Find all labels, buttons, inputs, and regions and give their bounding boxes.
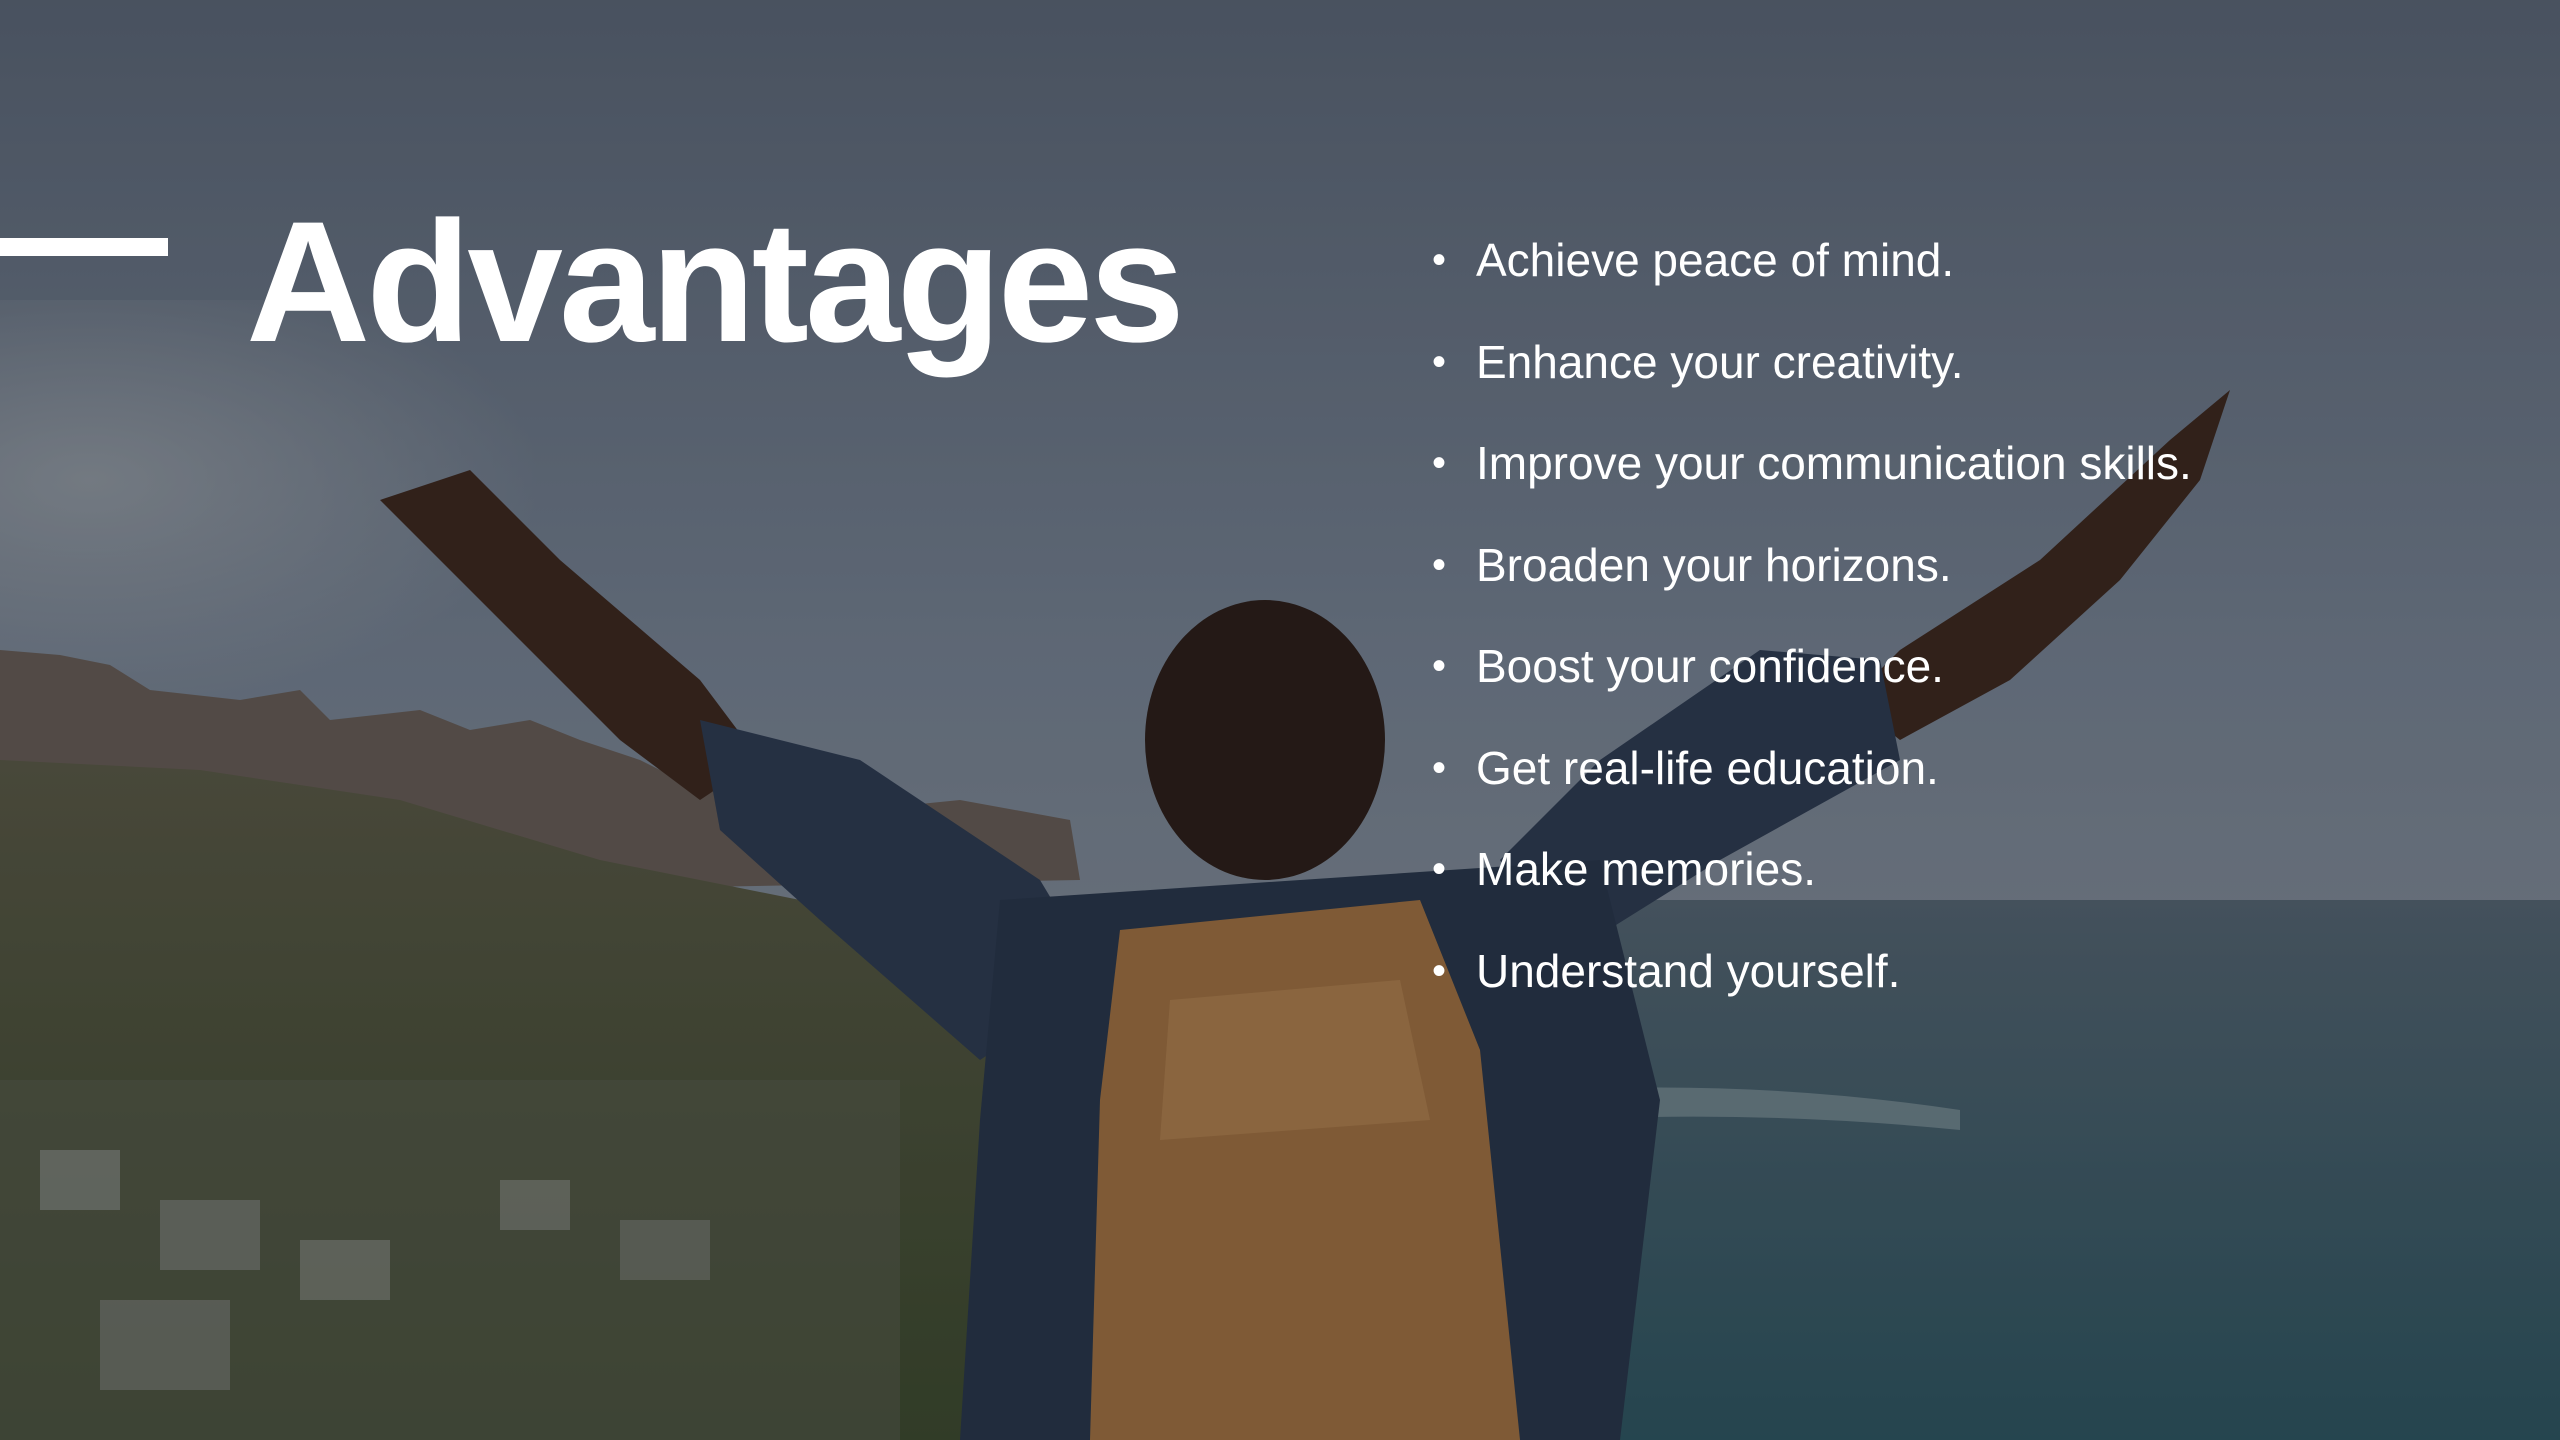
list-item-text: Enhance your creativity.: [1476, 335, 1964, 388]
title-accent-line: [0, 238, 168, 256]
list-item-text: Broaden your horizons.: [1476, 538, 1952, 591]
list-item: • Improve your communication skills.: [1428, 431, 2192, 533]
list-item: • Get real-life education.: [1428, 736, 2192, 838]
list-item: • Enhance your creativity.: [1428, 330, 2192, 432]
list-item: • Broaden your horizons.: [1428, 533, 2192, 635]
list-item: • Make memories.: [1428, 837, 2192, 939]
list-item-text: Make memories.: [1476, 843, 1816, 895]
bullet-icon: •: [1432, 644, 1447, 688]
list-item-text: Understand yourself.: [1476, 944, 1901, 997]
list-item: • Understand yourself.: [1428, 939, 2192, 1041]
bullet-icon: •: [1432, 948, 1447, 993]
bullet-icon: •: [1432, 339, 1447, 384]
advantages-list: • Achieve peace of mind. • Enhance your …: [1428, 228, 2192, 1040]
bullet-icon: •: [1432, 441, 1447, 485]
presentation-slide: Advantages • Achieve peace of mind. • En…: [0, 0, 2560, 1440]
bullet-icon: •: [1432, 745, 1447, 790]
list-item-text: Boost your confidence.: [1476, 640, 1944, 692]
list-item-text: Get real-life education.: [1476, 741, 1939, 794]
bullet-icon: •: [1432, 542, 1447, 587]
bullet-icon: •: [1432, 238, 1447, 282]
list-item-text: Improve your communication skills.: [1476, 437, 2192, 489]
list-item-text: Achieve peace of mind.: [1476, 234, 1955, 286]
bullet-icon: •: [1432, 847, 1447, 891]
list-item: • Achieve peace of mind.: [1428, 228, 2192, 330]
list-item: • Boost your confidence.: [1428, 634, 2192, 736]
slide-title: Advantages: [246, 186, 1185, 378]
